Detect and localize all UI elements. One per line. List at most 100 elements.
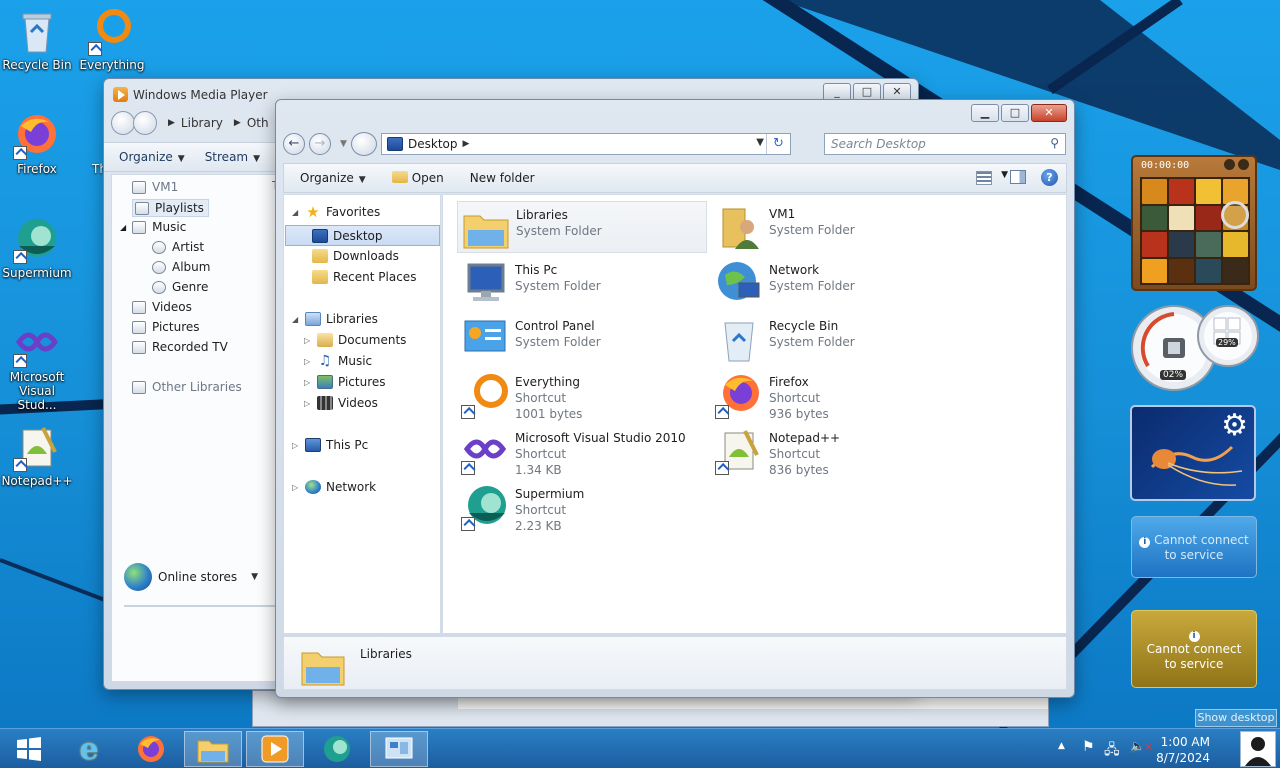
refresh-button[interactable]: ↻: [766, 134, 790, 154]
file-item-firefox[interactable]: Firefox Shortcut 936 bytes: [711, 369, 961, 421]
start-button[interactable]: [0, 731, 58, 767]
file-item-this-pc[interactable]: This Pc System Folder: [457, 257, 707, 309]
desktop-icon-everything[interactable]: Everything: [75, 8, 149, 72]
gear-icon[interactable]: ⚙: [1221, 411, 1248, 441]
file-item-everything[interactable]: Everything Shortcut 1001 bytes: [457, 369, 707, 421]
file-item-supermium[interactable]: Supermium Shortcut 2.23 KB: [457, 481, 707, 533]
action-center-flag-icon[interactable]: ⚑: [1082, 739, 1095, 755]
tree-item-artist[interactable]: Artist: [152, 240, 204, 254]
user-folder-icon: [715, 203, 763, 251]
volume-muted-icon[interactable]: 🔈✕: [1130, 739, 1153, 753]
maximize-button[interactable]: □: [1001, 104, 1029, 122]
organize-menu[interactable]: Organize ▼: [300, 171, 366, 185]
minimize-button[interactable]: ▁: [971, 104, 999, 122]
nav-this-pc[interactable]: ▷ This Pc: [292, 438, 368, 452]
file-item-vm1[interactable]: VM1 System Folder: [711, 201, 961, 253]
system-clock[interactable]: 1:00 AM 8/7/2024: [1156, 734, 1210, 766]
desktop-icon-visual-studio[interactable]: Microsoft Visual Stud...: [0, 320, 74, 412]
shortcut-arrow-icon: [461, 405, 475, 419]
tree-item-vm[interactable]: VM1: [132, 180, 178, 194]
desktop-icon-recycle-bin[interactable]: Recycle Bin: [0, 8, 74, 72]
tree-item-recorded-tv[interactable]: Recorded TV: [132, 340, 228, 354]
file-item-notepadpp[interactable]: Notepad++ Shortcut 836 bytes: [711, 425, 961, 477]
item-size: 836 bytes: [769, 463, 829, 477]
nav-documents[interactable]: ▷ Documents: [304, 333, 406, 347]
nav-favorites[interactable]: ◢ ★ Favorites: [292, 205, 380, 220]
breadcrumb-other[interactable]: Oth: [247, 116, 269, 130]
back-button[interactable]: [111, 111, 135, 135]
close-icon[interactable]: [1238, 159, 1249, 170]
taskbar-file-explorer[interactable]: [184, 731, 242, 767]
stream-menu[interactable]: Stream ▼: [205, 150, 260, 164]
taskbar-media-player[interactable]: [246, 731, 304, 767]
magnifier-icon[interactable]: [1221, 201, 1249, 229]
explorer-window[interactable]: ▁ □ ✕ ← → ▼ Desktop ▶ ▼ ↻ Search Desktop…: [275, 99, 1075, 698]
item-type: System Folder: [769, 279, 855, 293]
change-view-icon[interactable]: [976, 171, 992, 185]
show-hidden-icons-button[interactable]: ▲: [1058, 741, 1065, 751]
weather-gadget-blue[interactable]: i Cannot connect to service: [1131, 516, 1257, 578]
tree-item-other-libraries[interactable]: Other Libraries: [132, 380, 242, 394]
item-name: Firefox: [769, 375, 809, 389]
taskbar-supermium[interactable]: [308, 731, 366, 767]
desktop-icon-supermium[interactable]: Supermium: [0, 216, 74, 280]
nav-videos[interactable]: ▷ Videos: [304, 396, 378, 410]
breadcrumb-library[interactable]: Library: [181, 116, 223, 130]
nav-recent-places[interactable]: Recent Places: [312, 270, 416, 284]
up-button[interactable]: [350, 132, 377, 156]
item-type: Shortcut: [515, 391, 567, 405]
network-tray-icon[interactable]: 🖧: [1104, 739, 1120, 763]
weather-gadget-gold[interactable]: i Cannot connect to service: [1131, 610, 1257, 688]
forward-button[interactable]: →: [309, 133, 331, 155]
taskbar-gadgets[interactable]: [370, 731, 428, 767]
file-item-libraries[interactable]: Libraries System Folder: [457, 201, 707, 253]
tree-item-genre[interactable]: Genre: [152, 280, 208, 294]
item-type: Shortcut: [769, 447, 821, 461]
user-avatar[interactable]: [1240, 731, 1276, 767]
nav-network[interactable]: ▷ Network: [292, 480, 376, 494]
tree-item-pictures[interactable]: Pictures: [132, 320, 200, 334]
organize-menu[interactable]: Organize ▼: [119, 150, 185, 164]
close-button[interactable]: ✕: [1031, 104, 1067, 122]
address-bar[interactable]: Desktop ▶ ▼ ↻: [381, 133, 791, 155]
globe-icon: [124, 563, 152, 591]
picture-puzzle-gadget[interactable]: 00:00:00: [1131, 155, 1257, 291]
show-desktop-button[interactable]: Show desktop: [1195, 709, 1277, 727]
nav-desktop[interactable]: Desktop: [285, 225, 440, 246]
nav-libraries[interactable]: ◢ Libraries: [292, 312, 378, 326]
desktop-icon-notepadpp[interactable]: Notepad++: [0, 424, 74, 488]
slideshow-gadget[interactable]: ⚙: [1130, 405, 1256, 501]
taskbar-internet-explorer[interactable]: e: [60, 731, 118, 767]
tree-item-album[interactable]: Album: [152, 260, 210, 274]
recent-pages-dropdown[interactable]: ▼: [340, 139, 347, 149]
file-item-recycle-bin[interactable]: Recycle Bin System Folder: [711, 313, 961, 365]
nav-music[interactable]: ▷ ♫ Music: [304, 354, 372, 368]
item-name: Network: [769, 263, 820, 277]
view-options-dropdown[interactable]: ▼: [1001, 170, 1008, 180]
taskbar-firefox[interactable]: [122, 731, 180, 767]
new-folder-button[interactable]: New folder: [470, 171, 535, 185]
help-icon[interactable]: ?: [1041, 169, 1058, 186]
address-dropdown-icon[interactable]: ▼: [756, 137, 764, 148]
online-stores-button[interactable]: Online stores ▼: [124, 563, 258, 591]
tree-item-music[interactable]: ◢ Music: [120, 220, 186, 234]
nav-downloads[interactable]: Downloads: [312, 249, 399, 263]
search-input[interactable]: Search Desktop ⚲: [824, 133, 1066, 155]
file-item-network[interactable]: Network System Folder: [711, 257, 961, 309]
help-icon[interactable]: [1224, 159, 1235, 170]
cpu-meter-gadget[interactable]: 02% 29%: [1130, 296, 1260, 396]
file-item-visual-studio[interactable]: Microsoft Visual Studio 2010 Shortcut 1.34…: [457, 425, 707, 477]
open-button[interactable]: Open: [391, 171, 444, 185]
preview-pane-icon[interactable]: [1010, 170, 1026, 184]
forward-button[interactable]: [133, 111, 157, 135]
tree-item-videos[interactable]: Videos: [132, 300, 192, 314]
documents-icon: [317, 333, 333, 347]
breadcrumb-separator-icon[interactable]: ▶: [463, 139, 470, 149]
tree-item-playlists[interactable]: Playlists: [132, 199, 209, 217]
computer-icon: [305, 438, 321, 452]
back-button[interactable]: ←: [283, 133, 305, 155]
puzzle-grid[interactable]: [1140, 177, 1250, 285]
desktop-icon-firefox[interactable]: Firefox: [0, 112, 74, 176]
nav-pictures[interactable]: ▷ Pictures: [304, 375, 386, 389]
file-item-control-panel[interactable]: Control Panel System Folder: [457, 313, 707, 365]
